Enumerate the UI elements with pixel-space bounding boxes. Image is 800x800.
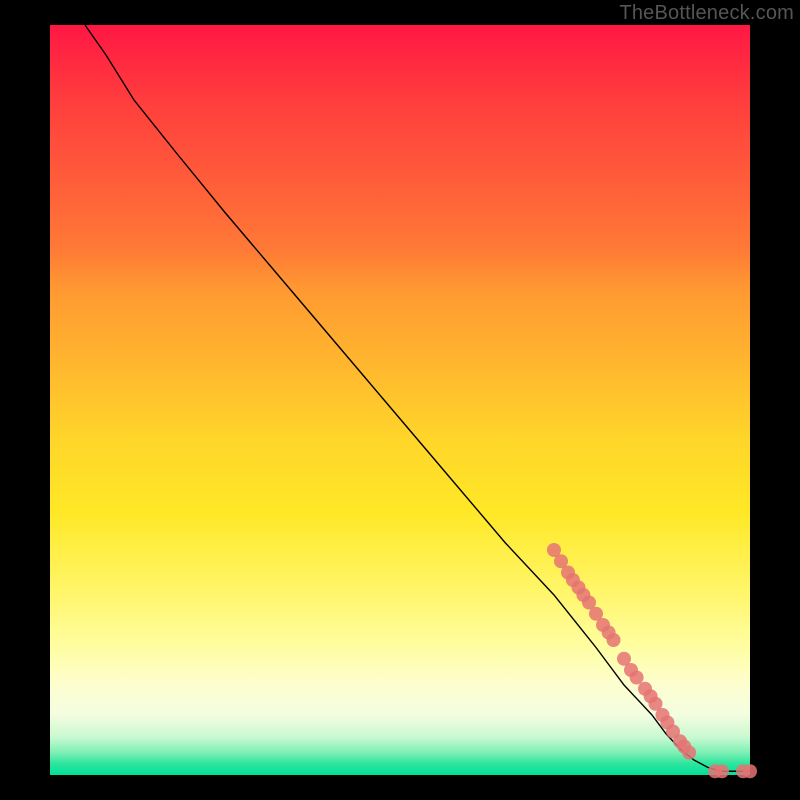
data-point-marker [682,746,696,760]
data-point-marker [743,764,757,778]
chart-svg-overlay [50,25,750,775]
data-point-marker [607,633,621,647]
data-point-marker [715,764,729,778]
data-point-marker [630,671,644,685]
marker-group [547,543,757,778]
attribution-text: TheBottleneck.com [619,2,794,25]
bottleneck-curve-line [85,25,750,771]
chart-plot-area [50,25,750,775]
